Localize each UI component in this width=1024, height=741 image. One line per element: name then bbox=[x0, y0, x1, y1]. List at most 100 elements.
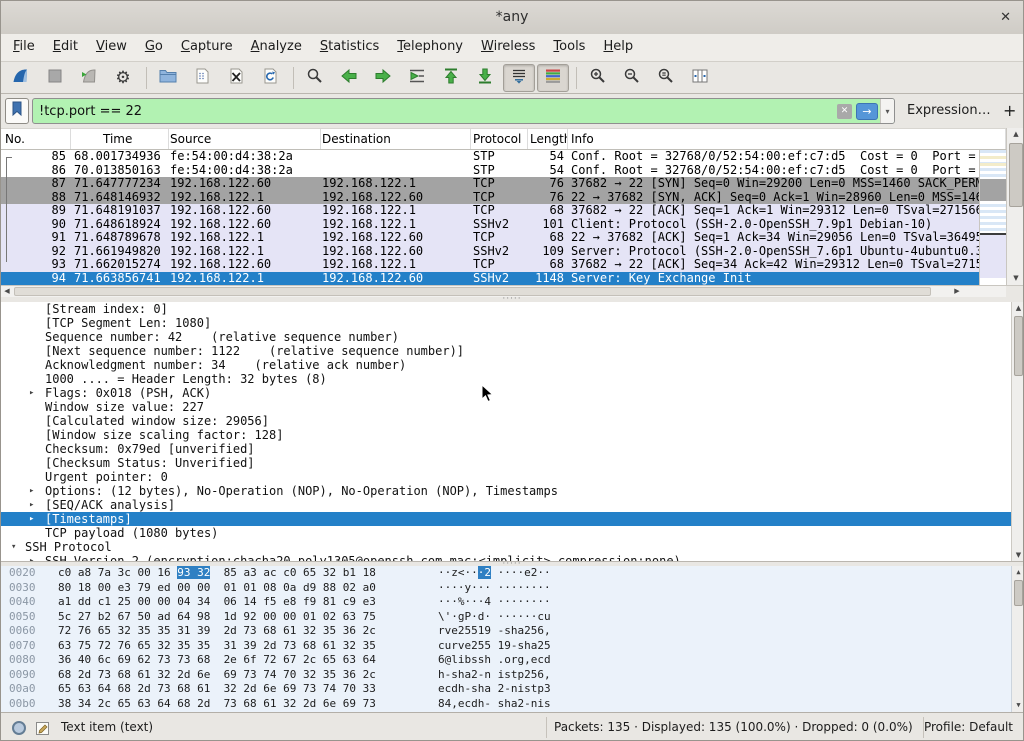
scrollbar-thumb[interactable] bbox=[1014, 580, 1023, 606]
details-vscrollbar[interactable]: ▲ ▼ bbox=[1011, 302, 1024, 562]
reload-file-button[interactable] bbox=[254, 64, 286, 92]
packet-row-89[interactable]: 8971.648191037192.168.122.60192.168.122.… bbox=[1, 204, 1006, 218]
scroll-right-icon[interactable]: ▶ bbox=[951, 286, 963, 297]
scroll-down-icon[interactable]: ▼ bbox=[1012, 699, 1024, 712]
scroll-up-icon[interactable]: ▲ bbox=[1007, 128, 1024, 141]
status-profile[interactable]: Profile: Default bbox=[924, 713, 1013, 741]
menu-help[interactable]: Help bbox=[594, 34, 642, 62]
menu-analyze[interactable]: Analyze bbox=[242, 34, 311, 62]
menu-view[interactable]: View bbox=[87, 34, 136, 62]
hex-row-0080[interactable]: 008036 40 6c 69 62 73 73 68 2e 6f 72 67 … bbox=[1, 653, 1024, 668]
detail-line[interactable]: [Window size scaling factor: 128] bbox=[1, 428, 1011, 442]
detail-line[interactable]: Acknowledgment number: 34 (relative ack … bbox=[1, 358, 1011, 372]
find-packet-button[interactable] bbox=[299, 64, 331, 92]
detail-line[interactable]: [Checksum Status: Unverified] bbox=[1, 456, 1011, 470]
detail-line[interactable]: Checksum: 0x79ed [unverified] bbox=[1, 442, 1011, 456]
go-forward-button[interactable] bbox=[367, 64, 399, 92]
column-header-info[interactable]: Info bbox=[568, 129, 1006, 149]
hex-row-0050[interactable]: 00505c 27 b2 67 50 ad 64 98 1d 92 00 00 … bbox=[1, 610, 1024, 625]
go-to-packet-button[interactable] bbox=[401, 64, 433, 92]
menu-go[interactable]: Go bbox=[136, 34, 172, 62]
menu-capture[interactable]: Capture bbox=[172, 34, 242, 62]
capture-comment-icon[interactable] bbox=[35, 720, 51, 739]
bytes-vscrollbar[interactable]: ▲ ▼ bbox=[1011, 566, 1024, 712]
detail-line[interactable]: ▸Options: (12 bytes), No-Operation (NOP)… bbox=[1, 484, 1011, 498]
packet-row-92[interactable]: 9271.661949820192.168.122.1192.168.122.6… bbox=[1, 245, 1006, 259]
detail-line[interactable]: ▸[Timestamps] bbox=[1, 512, 1011, 526]
restart-capture-button[interactable] bbox=[73, 64, 105, 92]
expander-closed-icon[interactable]: ▸ bbox=[29, 498, 34, 512]
detail-line[interactable]: [Stream index: 0] bbox=[1, 302, 1011, 316]
scrollbar-thumb[interactable] bbox=[1014, 316, 1023, 376]
capture-options-button[interactable]: ⚙ bbox=[107, 64, 139, 92]
filter-bookmark-button[interactable] bbox=[5, 98, 29, 124]
packet-row-94[interactable]: 9471.663856741192.168.122.1192.168.122.6… bbox=[1, 272, 1006, 286]
column-header-length[interactable]: Length bbox=[528, 129, 568, 149]
detail-line[interactable]: [Calculated window size: 29056] bbox=[1, 414, 1011, 428]
filter-clear-button[interactable]: ✕ bbox=[837, 104, 852, 119]
auto-scroll-toggle[interactable] bbox=[503, 64, 535, 92]
resize-columns-button[interactable] bbox=[684, 64, 716, 92]
go-last-button[interactable] bbox=[469, 64, 501, 92]
column-header-no[interactable]: No. bbox=[1, 129, 71, 149]
packet-row-90[interactable]: 9071.648618924192.168.122.60192.168.122.… bbox=[1, 218, 1006, 232]
menu-telephony[interactable]: Telephony bbox=[388, 34, 472, 62]
scroll-down-icon[interactable]: ▼ bbox=[1012, 549, 1024, 562]
detail-line[interactable]: [Next sequence number: 1122 (relative se… bbox=[1, 344, 1011, 358]
packet-row-86[interactable]: 8670.013850163fe:54:00:d4:38:2aSTP54Conf… bbox=[1, 164, 1006, 178]
zoom-in-button[interactable] bbox=[582, 64, 614, 92]
go-first-button[interactable] bbox=[435, 64, 467, 92]
zoom-out-button[interactable] bbox=[616, 64, 648, 92]
scroll-up-icon[interactable]: ▲ bbox=[1012, 302, 1024, 315]
detail-line[interactable]: ▾SSH Protocol bbox=[1, 540, 1011, 554]
detail-line[interactable]: Sequence number: 42 (relative sequence n… bbox=[1, 330, 1011, 344]
menu-statistics[interactable]: Statistics bbox=[311, 34, 388, 62]
menu-wireless[interactable]: Wireless bbox=[472, 34, 544, 62]
scroll-up-icon[interactable]: ▲ bbox=[1012, 566, 1024, 579]
packet-list-vscrollbar[interactable]: ▲ ▼ bbox=[1006, 128, 1024, 285]
go-back-button[interactable] bbox=[333, 64, 365, 92]
add-filter-button[interactable]: + bbox=[1003, 94, 1016, 127]
menu-edit[interactable]: Edit bbox=[44, 34, 87, 62]
column-header-destination[interactable]: Destination bbox=[321, 129, 471, 149]
scroll-left-icon[interactable]: ◀ bbox=[1, 286, 13, 297]
expander-open-icon[interactable]: ▾ bbox=[11, 540, 16, 554]
detail-line[interactable]: Urgent pointer: 0 bbox=[1, 470, 1011, 484]
expression-button[interactable]: Expression… bbox=[907, 94, 991, 128]
column-header-protocol[interactable]: Protocol bbox=[471, 129, 528, 149]
scroll-down-icon[interactable]: ▼ bbox=[1007, 272, 1024, 285]
hex-row-00a0[interactable]: 00a065 63 64 68 2d 73 68 61 32 2d 6e 69 … bbox=[1, 682, 1024, 697]
column-header-source[interactable]: Source bbox=[169, 129, 321, 149]
expander-closed-icon[interactable]: ▸ bbox=[29, 484, 34, 498]
packet-row-93[interactable]: 9371.662015274192.168.122.60192.168.122.… bbox=[1, 258, 1006, 272]
packet-row-87[interactable]: 8771.647777234192.168.122.60192.168.122.… bbox=[1, 177, 1006, 191]
packet-row-91[interactable]: 9171.648789678192.168.122.1192.168.122.6… bbox=[1, 231, 1006, 245]
menu-tools[interactable]: Tools bbox=[544, 34, 594, 62]
save-file-button[interactable] bbox=[186, 64, 218, 92]
hex-row-0040[interactable]: 0040a1 dd c1 25 00 00 04 34 06 14 f5 e8 … bbox=[1, 595, 1024, 610]
zoom-original-button[interactable] bbox=[650, 64, 682, 92]
detail-line[interactable]: 1000 .... = Header Length: 32 bytes (8) bbox=[1, 372, 1011, 386]
hex-row-0060[interactable]: 006072 76 65 32 35 35 31 39 2d 73 68 61 … bbox=[1, 624, 1024, 639]
packet-row-85[interactable]: 8568.001734936fe:54:00:d4:38:2aSTP54Conf… bbox=[1, 150, 1006, 164]
colorize-toggle[interactable] bbox=[537, 64, 569, 92]
scrollbar-thumb[interactable] bbox=[1009, 143, 1023, 207]
intelligent-scrollbar-minimap[interactable] bbox=[979, 150, 1007, 285]
hex-row-0020[interactable]: 0020c0 a8 7a 3c 00 16 93 32 85 a3 ac c0 … bbox=[1, 566, 1024, 581]
expander-closed-icon[interactable]: ▸ bbox=[29, 386, 34, 400]
detail-line[interactable]: ▸[SEQ/ACK analysis] bbox=[1, 498, 1011, 512]
detail-line[interactable]: [TCP Segment Len: 1080] bbox=[1, 316, 1011, 330]
close-file-button[interactable] bbox=[220, 64, 252, 92]
close-window-button[interactable]: ✕ bbox=[1000, 1, 1011, 34]
packet-row-88[interactable]: 8871.648146932192.168.122.1192.168.122.6… bbox=[1, 191, 1006, 205]
hex-row-00b0[interactable]: 00b038 34 2c 65 63 64 68 2d 73 68 61 32 … bbox=[1, 697, 1024, 712]
detail-line[interactable]: ▸Flags: 0x018 (PSH, ACK) bbox=[1, 386, 1011, 400]
detail-line[interactable]: TCP payload (1080 bytes) bbox=[1, 526, 1011, 540]
filter-history-dropdown[interactable]: ▾ bbox=[880, 99, 894, 123]
column-header-time[interactable]: Time bbox=[71, 129, 169, 149]
expert-info-icon[interactable] bbox=[11, 720, 27, 739]
expander-closed-icon[interactable]: ▸ bbox=[29, 512, 34, 526]
stop-capture-button[interactable] bbox=[39, 64, 71, 92]
open-file-button[interactable] bbox=[152, 64, 184, 92]
filter-apply-button[interactable]: → bbox=[856, 103, 878, 120]
